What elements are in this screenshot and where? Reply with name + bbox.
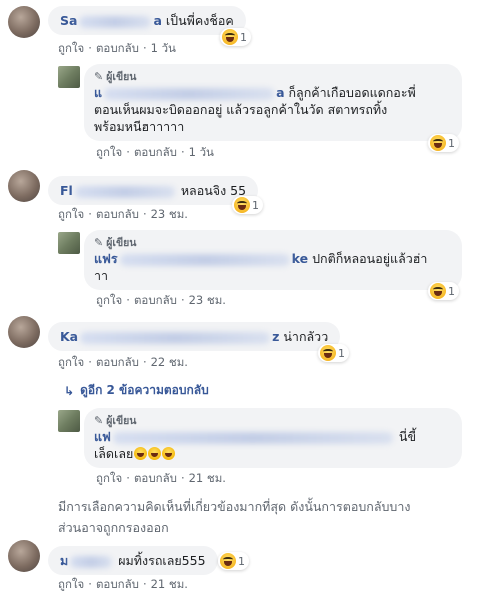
comment-bubble: Sa a เป็นพี่คงช็อค: [48, 6, 246, 35]
reaction-count[interactable]: 1: [220, 28, 251, 46]
author-badge: ✎ ผู้เขียน: [94, 236, 137, 249]
commenter-name[interactable]: ม: [60, 553, 114, 568]
comment-text: ตอนเห็นผมจะบิดออกอยู่ แล้วรอลูกค้าในวัด …: [94, 102, 388, 117]
reply-link[interactable]: ตอบกลับ: [96, 41, 139, 55]
comment-actions: ถูกใจ · ตอบกลับ · 21 ชม.: [96, 471, 226, 485]
comment-text: น่ากลัวว: [283, 329, 329, 344]
comment-bubble: ✎ ผู้เขียน แa ก็ลูกค้าเกือบอดแดกอะพี่ ตอน…: [84, 64, 462, 141]
reply-link[interactable]: ตอบกลับ: [134, 293, 177, 307]
comment-bubble: ✎ ผู้เขียน แฟ นี่ขี้ เล็ดเลย: [84, 408, 462, 468]
pen-icon: ✎: [94, 70, 104, 83]
view-more-replies-link[interactable]: ↳ ดูอีก 2 ข้อความตอบกลับ: [64, 381, 209, 400]
reaction-count[interactable]: 1: [218, 552, 249, 570]
comment-text: ก็ลูกค้าเกือบอดแดกอะพี่: [288, 85, 416, 100]
haha-icon: [234, 197, 250, 213]
avatar[interactable]: [8, 540, 40, 572]
comment-text: เป็นพี่คงช็อค: [165, 13, 234, 28]
comment-bubble: Fl หลอนจิง 55: [48, 176, 259, 205]
commenter-name[interactable]: แฟร ke: [94, 251, 308, 266]
rofl-emoji-icon: [162, 447, 176, 460]
commenter-name[interactable]: Sa a: [60, 13, 162, 28]
comment-actions: ถูกใจ · ตอบกลับ · 1 วัน: [58, 41, 176, 55]
like-link[interactable]: ถูกใจ: [58, 355, 84, 369]
timestamp[interactable]: 22 ชม.: [151, 355, 188, 369]
comment-text: ปกติก็หลอนอยู่แล้วฮ่า: [312, 251, 428, 266]
avatar[interactable]: [8, 170, 40, 202]
avatar[interactable]: [58, 410, 80, 432]
pen-icon: ✎: [94, 236, 104, 249]
avatar[interactable]: [8, 6, 40, 38]
rofl-emoji-icon: [134, 447, 148, 460]
comment-text: นี่ขี้: [398, 429, 416, 444]
like-link[interactable]: ถูกใจ: [96, 471, 122, 485]
rofl-emoji-icon: [148, 447, 162, 460]
comment-text: หลอนจิง 55: [180, 183, 247, 198]
comment-text: าา: [94, 268, 109, 283]
reply-link[interactable]: ตอบกลับ: [134, 471, 177, 485]
timestamp[interactable]: 21 ชม.: [189, 471, 226, 485]
reply-link[interactable]: ตอบกลับ: [96, 577, 139, 591]
reply-link[interactable]: ตอบกลับ: [96, 207, 139, 221]
commenter-name[interactable]: Fl: [60, 183, 177, 198]
comment-text: ผมทิ้งรถเลย555: [118, 553, 206, 568]
timestamp[interactable]: 1 วัน: [151, 41, 176, 55]
haha-icon: [430, 135, 446, 151]
timestamp[interactable]: 21 ชม.: [151, 577, 188, 591]
haha-icon: [220, 553, 236, 569]
comment-text: พร้อมหนีฮาาาาา: [94, 119, 185, 134]
haha-icon: [430, 283, 446, 299]
reaction-count[interactable]: 1: [428, 282, 459, 300]
avatar[interactable]: [58, 66, 80, 88]
like-link[interactable]: ถูกใจ: [58, 41, 84, 55]
commenter-name[interactable]: แa: [94, 85, 285, 100]
comment-actions: ถูกใจ · ตอบกลับ · 1 วัน: [96, 145, 214, 159]
filter-notice: มีการเลือกความคิดเห็นที่เกี่ยวข้องมากที่…: [58, 499, 411, 535]
author-badge: ✎ ผู้เขียน: [94, 70, 137, 83]
timestamp[interactable]: 23 ชม.: [151, 207, 188, 221]
comment-bubble: Ka z น่ากลัวว: [48, 322, 341, 351]
avatar[interactable]: [8, 316, 40, 348]
reaction-count[interactable]: 1: [318, 344, 349, 362]
reply-link[interactable]: ตอบกลับ: [96, 355, 139, 369]
pen-icon: ✎: [94, 414, 104, 427]
comment-actions: ถูกใจ · ตอบกลับ · 23 ชม.: [58, 207, 188, 221]
comment-bubble: ✎ ผู้เขียน แฟร ke ปกติก็หลอนอยู่แล้วฮ่า าา: [84, 230, 462, 290]
reply-arrow-icon: ↳: [64, 383, 75, 398]
reply-link[interactable]: ตอบกลับ: [134, 145, 177, 159]
avatar[interactable]: [58, 232, 80, 254]
commenter-name[interactable]: แฟ: [94, 429, 395, 444]
comment-bubble: ม ผมทิ้งรถเลย555: [48, 546, 218, 575]
comment-actions: ถูกใจ · ตอบกลับ · 23 ชม.: [96, 293, 226, 307]
like-link[interactable]: ถูกใจ: [96, 145, 122, 159]
timestamp[interactable]: 23 ชม.: [189, 293, 226, 307]
haha-icon: [222, 29, 238, 45]
author-badge: ✎ ผู้เขียน: [94, 414, 137, 427]
comment-actions: ถูกใจ · ตอบกลับ · 22 ชม.: [58, 355, 188, 369]
like-link[interactable]: ถูกใจ: [58, 207, 84, 221]
timestamp[interactable]: 1 วัน: [189, 145, 214, 159]
reaction-count[interactable]: 1: [428, 134, 459, 152]
like-link[interactable]: ถูกใจ: [96, 293, 122, 307]
haha-icon: [320, 345, 336, 361]
commenter-name[interactable]: Ka z: [60, 329, 279, 344]
comment-text: เล็ดเลย: [94, 446, 134, 461]
like-link[interactable]: ถูกใจ: [58, 577, 84, 591]
comment-actions: ถูกใจ · ตอบกลับ · 21 ชม.: [58, 577, 188, 591]
reaction-count[interactable]: 1: [232, 196, 263, 214]
